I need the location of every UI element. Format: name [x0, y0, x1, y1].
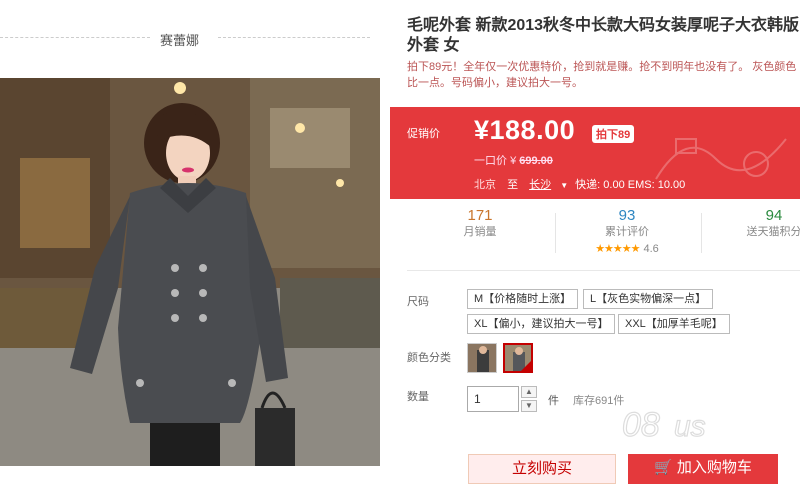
- ship-from: 北京: [474, 179, 496, 191]
- current-price: ¥188.00: [474, 115, 576, 145]
- divider: [407, 270, 800, 271]
- add-to-cart-button[interactable]: 🛒 加入购物车: [628, 454, 778, 484]
- cart-icon: 🛒: [654, 459, 677, 476]
- rating-value: 4.6: [643, 243, 659, 255]
- brand-header: 赛蕾娜: [0, 28, 370, 48]
- price-label: 促销价: [407, 128, 440, 140]
- color-label: 颜色分类: [407, 352, 451, 364]
- quantity-decrease-button[interactable]: ▼: [521, 400, 537, 412]
- buy-now-button[interactable]: 立刻购买: [468, 454, 616, 484]
- left-panel: 赛蕾娜: [0, 0, 390, 466]
- product-title: 毛呢外套 新款2013秋冬中长款大码女装厚呢子大衣韩版外套 女: [407, 17, 800, 54]
- region-selector[interactable]: 长沙: [529, 179, 551, 191]
- svg-text:08: 08: [622, 406, 660, 444]
- reviews-value[interactable]: 93: [567, 207, 687, 225]
- original-price-currency: ¥: [510, 155, 517, 167]
- ship-to-word: 至: [507, 179, 519, 191]
- quantity-unit: 件: [548, 395, 559, 407]
- size-option-l[interactable]: L【灰色实物偏深一点】: [583, 289, 714, 309]
- points-label: 送天猫积分: [746, 226, 800, 238]
- stat-reviews[interactable]: 93 累计评价 ★★★★★ 4.6: [567, 207, 687, 257]
- quantity-input[interactable]: [467, 386, 519, 412]
- rating-stars-icon: ★★★★★: [595, 243, 640, 255]
- svg-text:us: us: [674, 410, 706, 443]
- stats-row: 171 月销量 93 累计评价 ★★★★★ 4.6 94 送天猫积分: [390, 207, 800, 265]
- stat-points: 94 送天猫积分: [714, 207, 800, 239]
- original-price-value: 699.00: [519, 155, 553, 167]
- original-price: 一口价 ¥ 699.00: [474, 152, 553, 168]
- divider: [701, 213, 702, 253]
- discount-tag: 拍下89: [592, 125, 635, 143]
- monthly-sales-label: 月销量: [463, 226, 497, 238]
- divider: [555, 213, 556, 253]
- divider: [218, 37, 370, 38]
- product-main-image[interactable]: [0, 78, 380, 466]
- quantity-increase-button[interactable]: ▲: [521, 386, 537, 398]
- site-watermark-icon: 08 us: [621, 405, 706, 444]
- original-price-label: 一口价: [474, 155, 507, 167]
- color-swatch-1[interactable]: [467, 343, 497, 373]
- size-option-xl[interactable]: XL【偏小，建议拍大一号】: [467, 314, 616, 334]
- size-label: 尺码: [407, 296, 429, 308]
- quantity-label: 数量: [407, 391, 429, 403]
- brand-name[interactable]: 赛蕾娜: [160, 30, 199, 49]
- points-value: 94: [765, 207, 783, 224]
- color-swatch-2[interactable]: [503, 343, 533, 373]
- divider: [0, 37, 150, 38]
- reviews-label: 累计评价: [605, 226, 649, 238]
- model-photo: [0, 78, 380, 466]
- monthly-sales-value: 171: [467, 207, 493, 224]
- price-box: 促销价 ¥188.00 拍下89 一口价 ¥ 699.00 北京 至 长沙 ▼ …: [390, 107, 800, 199]
- decorative-pattern-icon: [655, 138, 787, 180]
- swatch-thumbnail: [468, 344, 496, 372]
- add-to-cart-label: 加入购物车: [676, 459, 752, 476]
- selected-check-icon: [521, 361, 531, 371]
- stat-monthly-sales: 171 月销量: [420, 207, 540, 239]
- product-subtitle: 拍下89元！全年仅一次优惠特价，抢到就是赚。抢不到明年也没有了。 灰色颜色比一点…: [407, 61, 797, 89]
- region-chevron-icon[interactable]: ▼: [560, 181, 568, 190]
- size-option-m[interactable]: M【价格随时上涨】: [467, 289, 579, 309]
- size-option-xxl[interactable]: XXL【加厚羊毛呢】: [618, 314, 730, 334]
